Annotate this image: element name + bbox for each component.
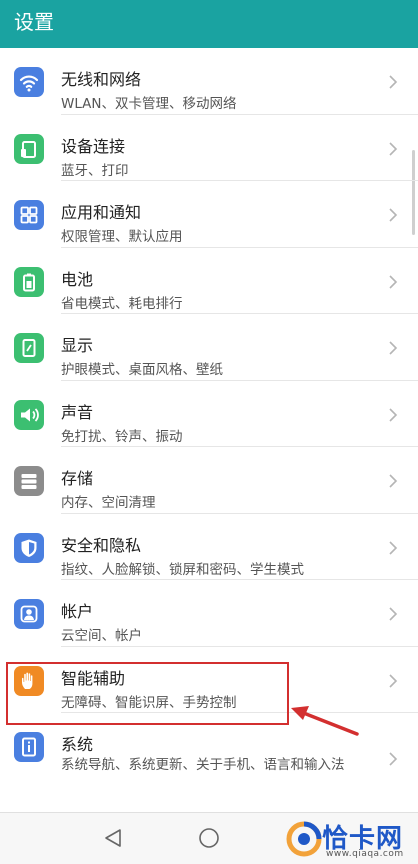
chevron-right-icon xyxy=(389,208,398,222)
settings-item-title: 安全和隐私 xyxy=(61,535,142,555)
back-triangle-icon[interactable] xyxy=(102,827,124,849)
chevron-right-icon xyxy=(389,540,398,555)
settings-item-subtitle: 云空间、帐户 xyxy=(61,628,142,644)
chevron-right-icon xyxy=(389,607,398,621)
settings-item-storage[interactable]: 存储 内存、空间清理 xyxy=(0,447,418,514)
home-circle-icon[interactable] xyxy=(197,826,221,850)
shield-icon xyxy=(14,532,44,563)
sound-icon xyxy=(14,399,44,430)
watermark-url: www.qiaqa.com xyxy=(326,849,404,859)
chevron-right-icon xyxy=(389,673,398,688)
account-icon xyxy=(14,599,44,629)
settings-item-title: 电池 xyxy=(61,269,94,289)
settings-item-security-privacy[interactable]: 安全和隐私 指纹、人脸解锁、锁屏和密码、学生模式 xyxy=(0,514,418,580)
display-icon xyxy=(14,333,44,363)
storage-icon xyxy=(14,466,44,496)
settings-item-sound[interactable]: 声音 免打扰、铃声、振动 xyxy=(0,381,418,447)
settings-item-account[interactable]: 帐户 云空间、帐户 xyxy=(0,580,418,647)
device-connection-icon xyxy=(14,133,44,164)
settings-item-subtitle: 权限管理、默认应用 xyxy=(61,229,183,245)
settings-item-title: 应用和通知 xyxy=(61,203,142,222)
settings-item-subtitle: 免打扰、铃声、振动 xyxy=(61,428,183,445)
system-info-icon xyxy=(14,732,44,762)
wifi-icon xyxy=(14,67,44,97)
apps-icon xyxy=(14,200,44,230)
settings-item-title: 系统 xyxy=(61,735,94,754)
chevron-right-icon xyxy=(389,407,398,422)
settings-item-subtitle: 蓝牙、打印 xyxy=(61,162,129,179)
chevron-right-icon xyxy=(389,274,398,289)
chevron-right-icon xyxy=(389,141,398,156)
page-title: 设置 xyxy=(14,10,54,34)
settings-item-device-connection[interactable]: 设备连接 蓝牙、打印 xyxy=(0,115,418,181)
chevron-right-icon xyxy=(389,474,398,488)
settings-item-title: 显示 xyxy=(61,336,94,355)
settings-item-subtitle: 护眼模式、桌面风格、壁纸 xyxy=(61,362,223,378)
settings-item-wireless-network[interactable]: 无线和网络 WLAN、双卡管理、移动网络 xyxy=(0,48,418,115)
annotation-arrow-icon xyxy=(291,706,359,736)
chevron-right-icon xyxy=(389,752,398,766)
settings-item-title: 声音 xyxy=(61,402,94,422)
battery-icon xyxy=(14,266,44,297)
watermark: 恰卡网 www.qiaqa.com xyxy=(286,818,416,862)
settings-item-subtitle: 指纹、人脸解锁、锁屏和密码、学生模式 xyxy=(61,561,304,578)
settings-item-title: 无线和网络 xyxy=(61,70,142,89)
chevron-right-icon xyxy=(389,341,398,355)
settings-item-subtitle: 系统导航、系统更新、关于手机、语言和输入法 xyxy=(61,757,345,773)
settings-item-subtitle: WLAN、双卡管理、移动网络 xyxy=(61,96,237,112)
watermark-logo-icon xyxy=(286,821,322,857)
chevron-right-icon xyxy=(389,75,398,89)
app-header: 设置 xyxy=(0,0,418,48)
annotation-highlight-box xyxy=(6,662,289,725)
settings-item-apps-notifications[interactable]: 应用和通知 权限管理、默认应用 xyxy=(0,181,418,248)
settings-item-title: 帐户 xyxy=(61,602,94,621)
settings-item-display[interactable]: 显示 护眼模式、桌面风格、壁纸 xyxy=(0,314,418,381)
settings-item-title: 存储 xyxy=(61,469,94,488)
settings-item-battery[interactable]: 电池 省电模式、耗电排行 xyxy=(0,248,418,314)
settings-item-title: 设备连接 xyxy=(61,136,126,156)
settings-item-subtitle: 内存、空间清理 xyxy=(61,495,156,511)
settings-item-subtitle: 省电模式、耗电排行 xyxy=(61,295,183,312)
